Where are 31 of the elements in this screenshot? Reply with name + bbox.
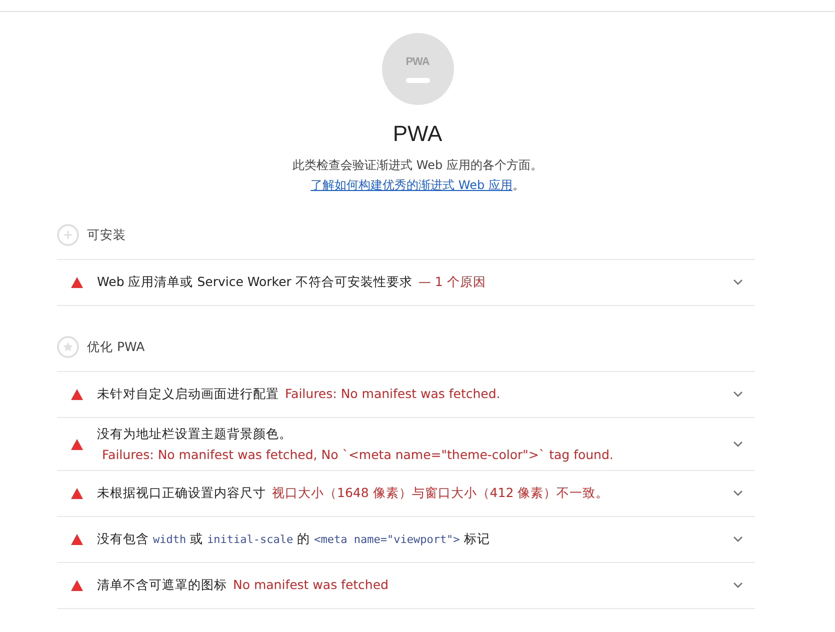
group-title: 优化 PWA [87,338,145,356]
category-title: PWA [392,121,442,147]
group-title: 可安装 [87,226,126,244]
gauge-label: PWA [406,56,430,68]
score-dash-icon [406,78,430,82]
audit-title: 没有包含 width 或 initial-scale 的 <meta name="viewport"> 标记 [97,531,490,548]
audit-row[interactable]: 没有包含 width 或 initial-scale 的 <meta name="viewport"> 标记 [57,516,755,562]
audit-row[interactable]: 未针对自定义启动画面进行配置 Failures: No manifest was fetched. [57,371,755,417]
category-description: 此类检查会验证渐进式 Web 应用的各个方面。 了解如何构建优秀的渐进式 Web 应用。 [292,157,544,194]
learn-more-link[interactable]: 了解如何构建优秀的渐进式 Web 应用 [310,178,512,192]
chevron-down-icon[interactable] [733,536,743,543]
audit-title: Web 应用清单或 Service Worker 不符合可安装性要求 [97,274,412,291]
chevron-down-icon[interactable] [733,582,743,589]
group-plus-icon [57,224,79,246]
failure-detail: Failures: No manifest was fetched, No `<meta name="theme-color">` tag found. [101,447,614,462]
failure-detail: No manifest was fetched [233,577,388,592]
audit-title: 没有为地址栏设置主题背景颜色。 [97,426,292,443]
chevron-down-icon[interactable] [733,440,743,448]
audit-row[interactable]: Web 应用清单或 Service Worker 不符合可安装性要求 — 1 个原因 [57,259,755,306]
audit-row[interactable]: 没有为地址栏设置主题背景颜色。 Failures: No manifest was fetched, No `<meta name="theme-color">` tag found. [57,417,755,470]
audit-row[interactable]: 未根据视口正确设置内容尺寸 视口大小（1648 像素）与窗口大小（412 像素）不一致。 [57,470,755,516]
audit-title: 未根据视口正确设置内容尺寸 [97,485,266,502]
chevron-down-icon[interactable] [733,391,743,398]
audit-row[interactable]: 清单不含可遮罩的图标 No manifest was fetched [57,562,755,609]
chevron-down-icon[interactable] [733,490,743,497]
audit-title: 未针对自定义启动画面进行配置 [97,386,279,403]
audit-title: 清单不含可遮罩的图标 [97,577,227,594]
failure-detail: 视口大小（1648 像素）与窗口大小（412 像素）不一致。 [272,485,609,502]
failure-detail: Failures: No manifest was fetched. [285,386,500,401]
failure-detail: — 1 个原因 [418,274,486,291]
chevron-down-icon[interactable] [733,279,743,286]
